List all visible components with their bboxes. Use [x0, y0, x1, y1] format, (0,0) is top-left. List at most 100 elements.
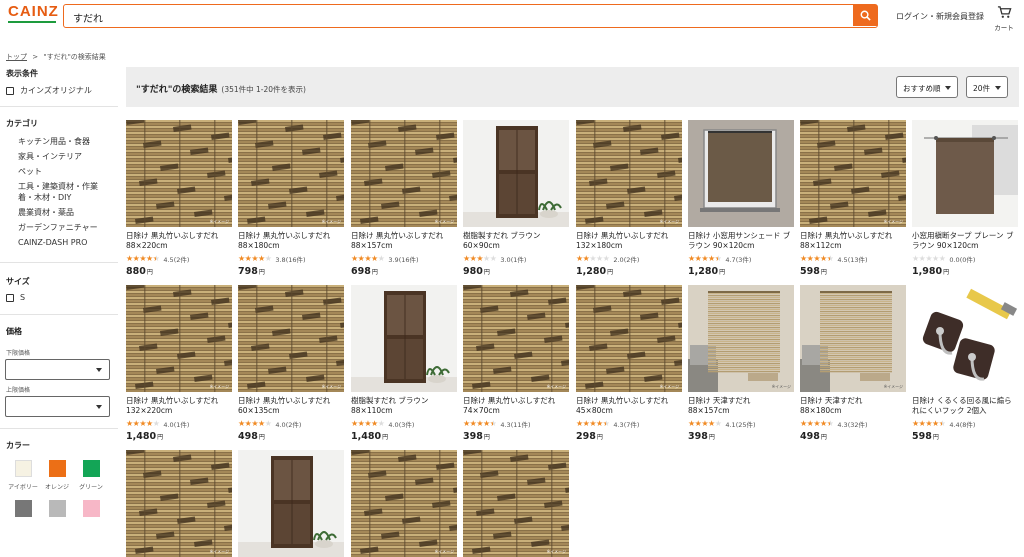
svg-text:※イメージ: ※イメージ [547, 384, 566, 389]
product-image[interactable]: ※イメージ [576, 120, 682, 227]
category-tools[interactable]: 工具・建築資材・作業 [18, 181, 98, 192]
product-name[interactable]: 日除け 天津すだれ 88×157cm [688, 396, 794, 416]
color-swatch-light-gray[interactable] [49, 500, 66, 517]
product-image[interactable] [463, 120, 569, 227]
product-card[interactable]: ※イメージ 日除け 黒丸竹いぶしすだれ 88×180cm ★★★★★ 3.8(16件)… [238, 120, 344, 277]
star-icon: ★ [589, 419, 597, 428]
price-min-label: 下限価格 [6, 350, 31, 357]
product-card[interactable]: ※イメージ 日除け 黒丸竹いぶしすだれ 132×180cm ★★★★★ 2.0(2件)… [576, 120, 682, 277]
product-image[interactable]: ※イメージ [688, 285, 794, 392]
product-image[interactable]: ※イメージ [238, 285, 344, 392]
login-register-link[interactable]: ログイン・新規会員登録 [896, 11, 984, 22]
product-image[interactable]: ※イメージ [576, 285, 682, 392]
product-card[interactable]: ※イメージ 日除け 天津すだれ 88×157cm ★★★★★ 4.1(25件) 398円 [688, 285, 794, 442]
product-name[interactable]: 日除け 黒丸竹いぶしすだれ 45×80cm [576, 396, 682, 416]
product-name[interactable]: 日除け 黒丸竹いぶしすだれ 88×157cm [351, 231, 457, 251]
product-name[interactable]: 日除け 黒丸竹いぶしすだれ 132×180cm [576, 231, 682, 251]
category-kitchen[interactable]: キッチン用品・食器 [18, 136, 90, 147]
product-image[interactable] [238, 450, 344, 557]
product-image[interactable] [912, 285, 1018, 392]
product-card[interactable]: ※イメージ 日除け 黒丸竹いぶしすだれ 88×220cm ★★★★★ 4.5(2件) 8… [126, 120, 232, 277]
product-name[interactable]: 樹脂製すだれ ブラウン 60×90cm [463, 231, 569, 251]
search-button[interactable] [853, 5, 877, 26]
product-image[interactable]: ※イメージ [238, 120, 344, 227]
star-icon: ★ [925, 254, 933, 263]
product-card[interactable]: 日除け 小窓用サンシェード ブラウン 90×120cm ★★★★★ 4.7(3件) 1… [688, 120, 794, 277]
product-image[interactable]: ※イメージ [126, 285, 232, 392]
product-name[interactable]: 日除け 黒丸竹いぶしすだれ 74×70cm [463, 396, 569, 416]
color-swatch-gray[interactable] [15, 500, 32, 517]
product-name[interactable]: 日除け くるくる回る風に煽られにくいフック 2個入 [912, 396, 1018, 416]
product-image[interactable]: ※イメージ [126, 120, 232, 227]
product-image[interactable]: ※イメージ [800, 285, 906, 392]
breadcrumb-separator: > [32, 53, 39, 61]
product-name[interactable]: 日除け 黒丸竹いぶしすだれ 60×135cm [238, 396, 344, 416]
per-page-dropdown[interactable]: 20件 [966, 76, 1008, 98]
product-image[interactable] [351, 285, 457, 392]
product-image[interactable]: ※イメージ [800, 120, 906, 227]
size-s-checkbox[interactable]: S [6, 293, 25, 302]
product-rating: ★★★★★ 4.0(1件) [126, 419, 232, 429]
breadcrumb-top-link[interactable]: トップ [6, 53, 27, 61]
product-name[interactable]: 日除け 小窓用サンシェード ブラウン 90×120cm [688, 231, 794, 251]
product-card[interactable]: ※イメージ 日除け 黒丸竹いぶしすだれ 45×80cm ★★★★★ 4.3(7件) 29… [576, 285, 682, 442]
product-image[interactable] [912, 120, 1018, 227]
category-cainz-dash-pro[interactable]: CAINZ-DASH PRO [18, 237, 87, 248]
price-unit: 円 [820, 269, 827, 276]
product-card[interactable]: ※イメージ 日除け 天津すだれ 88×180cm ★★★★★ 4.3(32件) 498円 [800, 285, 906, 442]
product-image[interactable] [688, 120, 794, 227]
product-name[interactable]: 日除け 黒丸竹いぶしすだれ 88×112cm [800, 231, 906, 251]
product-card[interactable]: ※イメージ日除け 黒丸竹いぶしすだれ 132×220cm ★★★★★ 4.0(1件)… [126, 285, 232, 442]
product-image[interactable]: ※イメージ [126, 450, 232, 557]
search-input[interactable]: すだれ [73, 10, 103, 25]
product-name[interactable]: 日除け 黒丸竹いぶしすだれ 132×220cm [126, 396, 232, 416]
category-garden-furniture[interactable]: ガーデンファニチャー [18, 222, 98, 233]
product-rating: ★★★★★ 4.4(8件) [912, 419, 1018, 429]
cainz-original-checkbox[interactable]: カインズオリジナル [6, 85, 92, 96]
review-count: 3.0(1件) [500, 255, 527, 264]
color-swatch-orange[interactable] [49, 460, 66, 477]
product-card[interactable]: ※イメージ 日除け 黒丸竹いぶしすだれ 88×157cm ★★★★★ 3.9(16件)… [351, 120, 457, 277]
cainz-logo[interactable]: CAINZ [8, 3, 59, 26]
color-swatch-ivory[interactable] [15, 460, 32, 477]
logo-text: CAINZ [8, 3, 59, 20]
product-card[interactable]: 小窓用槇断タープ プレーン ブラウン 90×120cm ★★★★★ 0.0(0件) 1… [912, 120, 1018, 277]
product-image[interactable]: ※イメージ [351, 450, 457, 557]
product-card[interactable]: 日除け くるくる回る風に煽られにくいフック 2個入 ★★★★★ 4.4(8件) 598… [912, 285, 1018, 442]
color-swatch-pink[interactable] [83, 500, 100, 517]
product-name[interactable]: 樹脂製すだれ ブラウン 88×110cm [351, 396, 457, 416]
color-swatch-green[interactable] [83, 460, 100, 477]
product-image[interactable]: ※イメージ [463, 450, 569, 557]
category-agriculture[interactable]: 農業資材・薬品 [18, 207, 74, 218]
product-name[interactable]: 日除け 黒丸竹いぶしすだれ 88×220cm [126, 231, 232, 251]
category-pet[interactable]: ペット [18, 166, 42, 177]
product-card[interactable]: ※イメージ [463, 450, 569, 557]
product-name[interactable]: 小窓用槇断タープ プレーン ブラウン 90×120cm [912, 231, 1018, 251]
product-card[interactable]: 樹脂製すだれ ブラウン 88×110cm ★★★★★ 4.0(3件) 1,480円 [351, 285, 457, 442]
price-min-select[interactable] [5, 359, 110, 380]
category-tools-cont[interactable]: 着・木材・DIY [18, 192, 71, 203]
checkbox-box[interactable] [6, 293, 14, 302]
product-card[interactable]: ※イメージ 日除け 黒丸竹いぶしすだれ 60×135cm ★★★★★ 4.0(2件) 4… [238, 285, 344, 442]
price-unit: 円 [146, 269, 153, 276]
product-name[interactable]: 日除け 黒丸竹いぶしすだれ 88×180cm [238, 231, 344, 251]
product-image[interactable]: ※イメージ [463, 285, 569, 392]
product-card[interactable]: ※イメージ 日除け 黒丸竹いぶしすだれ 88×112cm ★★★★★ 4.5(13件)… [800, 120, 906, 277]
price-max-select[interactable] [5, 396, 110, 417]
color-label-green: グリーン [79, 484, 103, 491]
price-unit: 円 [483, 269, 490, 276]
star-icon: ★ [238, 254, 245, 263]
checkbox-box[interactable] [6, 86, 14, 95]
star-icon: ★ [688, 419, 695, 428]
product-image[interactable]: ※イメージ [351, 120, 457, 227]
product-name[interactable]: 日除け 天津すだれ 88×180cm [800, 396, 906, 416]
cart-button[interactable]: カート [993, 4, 1015, 32]
category-furniture[interactable]: 家具・インテリア [18, 151, 82, 162]
sort-dropdown[interactable]: おすすめ順 [896, 76, 958, 98]
product-card[interactable]: ※イメージ 日除け 黒丸竹いぶしすだれ 74×70cm ★★★★★ 4.3(11件) 3… [463, 285, 569, 442]
product-card[interactable] [238, 450, 344, 557]
product-card[interactable]: ※イメージ [351, 450, 457, 557]
product-card[interactable]: ※イメージ [126, 450, 232, 557]
product-card[interactable]: 樹脂製すだれ ブラウン 60×90cm ★★★★★ 3.0(1件) 980円 [463, 120, 569, 277]
search-box[interactable]: すだれ [63, 4, 878, 28]
